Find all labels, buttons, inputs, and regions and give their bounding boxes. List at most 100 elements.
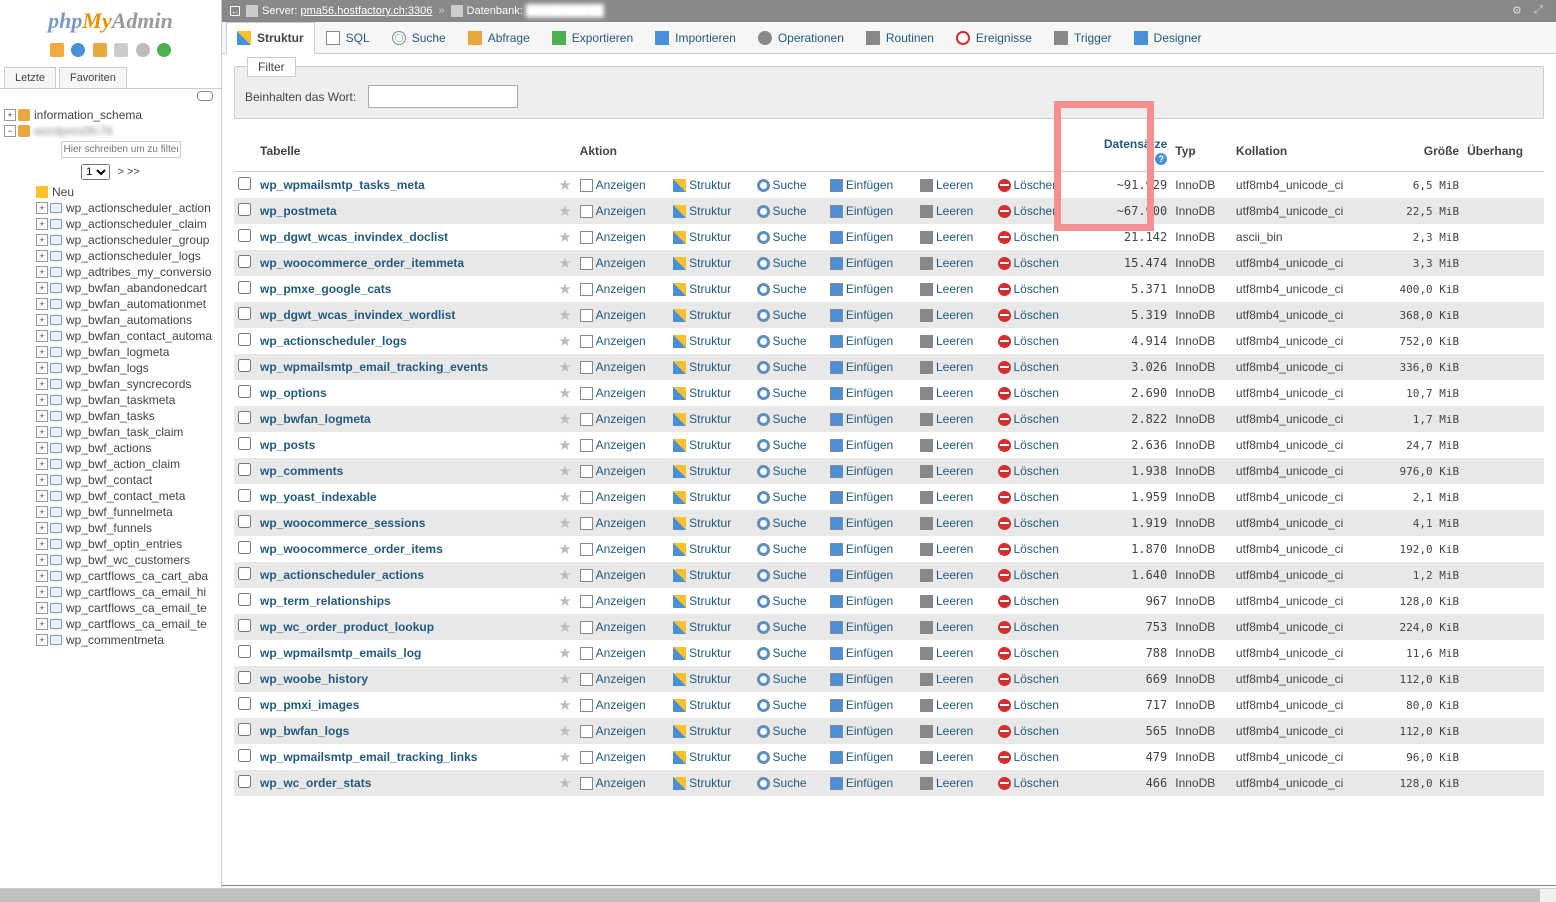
insert-link[interactable]: Einfügen: [846, 386, 893, 400]
browse-link[interactable]: Anzeigen: [596, 620, 646, 634]
search-link[interactable]: Suche: [773, 282, 807, 296]
tree-table[interactable]: +wp_bwfan_logmeta: [0, 344, 221, 360]
structure-link[interactable]: Struktur: [689, 568, 731, 582]
insert-link[interactable]: Einfügen: [846, 516, 893, 530]
structure-link[interactable]: Struktur: [689, 386, 731, 400]
structure-link[interactable]: Struktur: [689, 516, 731, 530]
tree-table[interactable]: +wp_actionscheduler_logs: [0, 248, 221, 264]
structure-link[interactable]: Struktur: [689, 464, 731, 478]
search-link[interactable]: Suche: [773, 568, 807, 582]
empty-link[interactable]: Leeren: [936, 386, 973, 400]
horizontal-scrollbar[interactable]: [0, 888, 1556, 902]
table-name-link[interactable]: wp_wc_order_product_lookup: [260, 620, 434, 634]
search-link[interactable]: Suche: [773, 594, 807, 608]
tab-ereignisse[interactable]: Ereignisse: [945, 22, 1043, 53]
row-checkbox[interactable]: [238, 671, 251, 684]
insert-link[interactable]: Einfügen: [846, 568, 893, 582]
recent-tab[interactable]: Letzte: [4, 67, 56, 88]
empty-link[interactable]: Leeren: [936, 542, 973, 556]
browse-link[interactable]: Anzeigen: [596, 542, 646, 556]
tree-table[interactable]: +wp_adtribes_my_conversio: [0, 264, 221, 280]
favorite-star-icon[interactable]: ★: [558, 437, 571, 454]
search-link[interactable]: Suche: [773, 204, 807, 218]
browse-link[interactable]: Anzeigen: [596, 308, 646, 322]
browse-link[interactable]: Anzeigen: [596, 490, 646, 504]
favorite-star-icon[interactable]: ★: [558, 723, 571, 740]
search-link[interactable]: Suche: [773, 308, 807, 322]
table-name-link[interactable]: wp_woocommerce_order_items: [260, 542, 443, 556]
row-checkbox[interactable]: [238, 645, 251, 658]
search-link[interactable]: Suche: [773, 178, 807, 192]
empty-link[interactable]: Leeren: [936, 438, 973, 452]
empty-link[interactable]: Leeren: [936, 672, 973, 686]
favorite-star-icon[interactable]: ★: [558, 489, 571, 506]
row-checkbox[interactable]: [238, 619, 251, 632]
table-name-link[interactable]: wp_actionscheduler_logs: [260, 334, 407, 348]
th-size[interactable]: Größe: [1378, 131, 1463, 172]
search-link[interactable]: Suche: [773, 360, 807, 374]
gear-icon[interactable]: ⚙: [1512, 4, 1526, 18]
insert-link[interactable]: Einfügen: [846, 672, 893, 686]
table-name-link[interactable]: wp_pmxi_images: [260, 698, 359, 712]
structure-link[interactable]: Struktur: [689, 308, 731, 322]
favorite-star-icon[interactable]: ★: [558, 333, 571, 350]
insert-link[interactable]: Einfügen: [846, 698, 893, 712]
empty-link[interactable]: Leeren: [936, 256, 973, 270]
th-type[interactable]: Typ: [1171, 131, 1232, 172]
empty-link[interactable]: Leeren: [936, 490, 973, 504]
home-icon[interactable]: [50, 43, 64, 57]
drop-link[interactable]: Löschen: [1014, 620, 1059, 634]
insert-link[interactable]: Einfügen: [846, 542, 893, 556]
table-name-link[interactable]: wp_dgwt_wcas_invindex_wordlist: [260, 308, 455, 322]
search-link[interactable]: Suche: [773, 256, 807, 270]
tree-table[interactable]: +wp_bwfan_taskmeta: [0, 392, 221, 408]
drop-link[interactable]: Löschen: [1014, 672, 1059, 686]
row-checkbox[interactable]: [238, 567, 251, 580]
insert-link[interactable]: Einfügen: [846, 776, 893, 790]
row-checkbox[interactable]: [238, 775, 251, 788]
table-name-link[interactable]: wp_wpmailsmtp_email_tracking_events: [260, 360, 488, 374]
drop-link[interactable]: Löschen: [1014, 542, 1059, 556]
tree-table[interactable]: +wp_commentmeta: [0, 632, 221, 648]
browse-link[interactable]: Anzeigen: [596, 256, 646, 270]
row-checkbox[interactable]: [238, 437, 251, 450]
row-checkbox[interactable]: [238, 333, 251, 346]
insert-link[interactable]: Einfügen: [846, 308, 893, 322]
favorite-star-icon[interactable]: ★: [558, 671, 571, 688]
tree-table[interactable]: +wp_bwf_funnelmeta: [0, 504, 221, 520]
insert-link[interactable]: Einfügen: [846, 438, 893, 452]
favorite-star-icon[interactable]: ★: [558, 203, 571, 220]
structure-link[interactable]: Struktur: [689, 334, 731, 348]
reload-icon[interactable]: [136, 43, 150, 57]
table-name-link[interactable]: wp_postmeta: [260, 204, 337, 218]
row-checkbox[interactable]: [238, 723, 251, 736]
tab-operationen[interactable]: Operationen: [747, 22, 855, 53]
th-overhead[interactable]: Überhang: [1463, 131, 1544, 172]
favorite-star-icon[interactable]: ★: [558, 255, 571, 272]
structure-link[interactable]: Struktur: [689, 750, 731, 764]
th-table[interactable]: Tabelle: [256, 131, 554, 172]
browse-link[interactable]: Anzeigen: [596, 360, 646, 374]
th-rows[interactable]: Datensätze ▾ ?: [1081, 131, 1171, 172]
tree-table[interactable]: +wp_bwf_funnels: [0, 520, 221, 536]
exit-icon[interactable]: ⤢: [1534, 4, 1548, 18]
insert-link[interactable]: Einfügen: [846, 750, 893, 764]
tree-new-table[interactable]: Neu: [0, 184, 221, 200]
row-checkbox[interactable]: [238, 229, 251, 242]
table-name-link[interactable]: wp_woocommerce_order_itemmeta: [260, 256, 464, 270]
drop-link[interactable]: Löschen: [1014, 516, 1059, 530]
favorite-star-icon[interactable]: ★: [558, 359, 571, 376]
insert-link[interactable]: Einfügen: [846, 464, 893, 478]
insert-link[interactable]: Einfügen: [846, 620, 893, 634]
favorite-star-icon[interactable]: ★: [558, 229, 571, 246]
tab-routinen[interactable]: Routinen: [855, 22, 945, 53]
tab-designer[interactable]: Designer: [1123, 22, 1213, 53]
breadcrumb-db[interactable]: ██████████: [526, 5, 604, 17]
favorite-star-icon[interactable]: ★: [558, 281, 571, 298]
tree-page-next[interactable]: > >>: [118, 166, 140, 178]
tree-table[interactable]: +wp_bwf_wc_customers: [0, 552, 221, 568]
tree-filter-input[interactable]: [61, 141, 181, 158]
insert-link[interactable]: Einfügen: [846, 646, 893, 660]
drop-link[interactable]: Löschen: [1014, 776, 1059, 790]
row-checkbox[interactable]: [238, 697, 251, 710]
